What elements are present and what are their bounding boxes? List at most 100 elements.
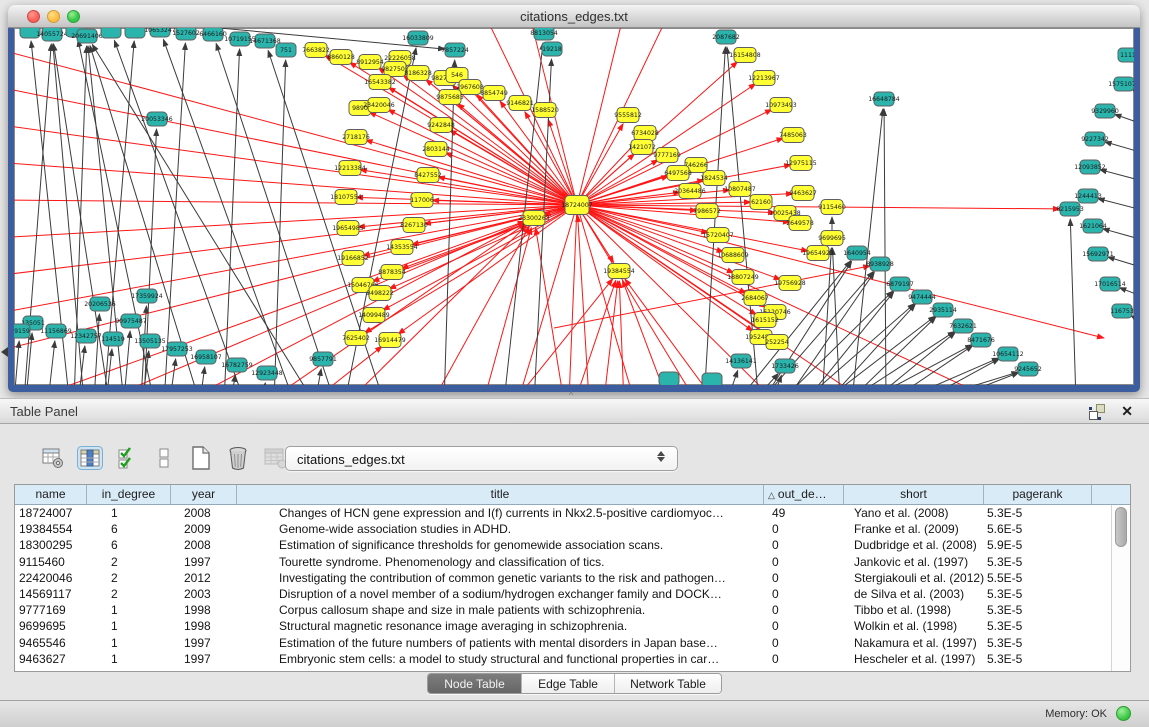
graph-node[interactable]	[125, 28, 145, 38]
graph-edge[interactable]	[827, 304, 915, 385]
graph-node-label: 546	[451, 72, 463, 79]
table-cell: 1	[87, 618, 171, 634]
graph-edge[interactable]	[216, 43, 334, 385]
graph-node-label: 20053346	[141, 116, 173, 123]
graph-edge[interactable]	[843, 331, 955, 385]
table-cell: 1998	[171, 602, 237, 618]
graph-edge[interactable]	[48, 341, 55, 385]
graph-edge[interactable]	[124, 331, 130, 385]
graph-edge[interactable]	[444, 60, 455, 385]
graph-edge[interactable]	[1132, 89, 1134, 103]
graph-node-label: 14671368	[249, 38, 281, 45]
graph-node-label: 16154808	[729, 52, 761, 59]
graph-edge[interactable]	[823, 316, 935, 385]
network-canvas[interactable]: 1405572420691406106532471527602646616010…	[14, 28, 1134, 385]
table-row[interactable]: 946554611997Estimation of the future num…	[15, 635, 1130, 651]
graph-edge[interactable]	[1131, 316, 1134, 328]
table-row[interactable]: 1830029562008Estimation of significance …	[15, 537, 1130, 553]
graph-edge[interactable]	[344, 225, 527, 385]
close-panel-icon[interactable]: ✕	[1121, 403, 1133, 419]
network-window-titlebar[interactable]: citations_edges.txt	[8, 5, 1140, 28]
column-header-name[interactable]: name	[15, 485, 87, 504]
graph-edge[interactable]	[199, 367, 205, 385]
column-header-pagerank[interactable]: pagerank	[984, 485, 1092, 504]
memory-status-dot[interactable]	[1116, 706, 1131, 721]
graph-node[interactable]	[101, 28, 121, 38]
panel-collapse-arrow-icon[interactable]	[1, 347, 8, 357]
column-header-in-degree[interactable]: in_degree	[87, 485, 171, 504]
graph-edge[interactable]	[1105, 142, 1134, 156]
table-mode-icon[interactable]	[40, 445, 66, 471]
graph-edge[interactable]	[933, 373, 1019, 385]
graph-edge[interactable]	[604, 281, 618, 385]
graph-edge[interactable]	[314, 369, 321, 385]
graph-edge[interactable]	[114, 40, 244, 385]
graph-edge[interactable]	[619, 281, 624, 385]
column-header-year[interactable]: year	[171, 485, 237, 504]
table-cell: 0	[764, 635, 844, 651]
tab-node-table[interactable]: Node Table	[428, 674, 522, 693]
graph-edge[interactable]	[623, 280, 669, 385]
graph-edge[interactable]	[484, 28, 577, 205]
float-panel-icon[interactable]	[1089, 404, 1105, 420]
graph-edge[interactable]	[913, 359, 999, 385]
delete-table-trash-icon[interactable]	[225, 445, 251, 471]
graph-node-label: 12342757	[70, 333, 102, 340]
table-row[interactable]: 1456911722003Disruption of a novel membe…	[15, 586, 1130, 602]
graph-edge[interactable]	[1119, 288, 1134, 301]
graph-node[interactable]	[659, 372, 679, 385]
graph-edge[interactable]	[1100, 170, 1134, 184]
graph-edge[interactable]	[848, 317, 936, 385]
graph-edge[interactable]	[536, 228, 564, 385]
table-cell: 9699695	[15, 618, 87, 634]
graph-edge[interactable]	[861, 345, 972, 385]
graph-edge[interactable]	[1108, 257, 1134, 271]
graph-node-label: 9498222	[366, 290, 394, 297]
graph-node-label: 12093852	[1074, 164, 1106, 171]
graph-node-label: 15751074	[1108, 81, 1134, 88]
graph-edge[interactable]	[726, 370, 738, 385]
table-row[interactable]: 969969511998Structural magnetic resonanc…	[15, 618, 1130, 634]
table-row[interactable]: 946362711997Embryonic stem cells: a mode…	[15, 651, 1130, 667]
graph-node-label: 9227342	[1081, 136, 1109, 143]
graph-edge[interactable]	[14, 162, 577, 205]
graph-node-label: 10654112	[992, 351, 1024, 358]
graph-node[interactable]	[702, 373, 722, 385]
graph-edge[interactable]	[577, 205, 634, 385]
graph-edge[interactable]	[1103, 229, 1134, 243]
tab-network-table[interactable]: Network Table	[615, 674, 721, 693]
select-all-icon[interactable]	[114, 445, 140, 471]
graph-edge[interactable]	[450, 130, 577, 205]
column-header-short[interactable]: short	[844, 485, 984, 504]
table-row[interactable]: 1872400712008Changes of HCN gene express…	[15, 505, 1130, 521]
graph-edge[interactable]	[1098, 198, 1134, 213]
table-row[interactable]: 1938455462009Genome-wide association stu…	[15, 521, 1130, 537]
graph-edge[interactable]	[884, 109, 886, 385]
graph-edge[interactable]	[78, 346, 85, 385]
graph-edge[interactable]	[574, 280, 616, 385]
graph-edge[interactable]	[625, 279, 714, 385]
clear-selection-icon[interactable]	[151, 445, 177, 471]
graph-edge[interactable]	[822, 248, 831, 385]
show-columns-icon[interactable]	[77, 445, 103, 471]
vertical-scrollbar[interactable]	[1111, 505, 1130, 671]
graph-edge[interactable]	[224, 49, 240, 385]
graph-node-label: 7632621	[949, 323, 977, 330]
status-bar: Memory: OK	[0, 700, 1149, 727]
table-row[interactable]: 2242004622012Investigating the contribut…	[15, 570, 1130, 586]
table-row[interactable]: 977716911998Corpus callosum shape and si…	[15, 602, 1130, 618]
graph-edge[interactable]	[1070, 219, 1076, 385]
scrollbar-thumb[interactable]	[1115, 507, 1127, 547]
graph-edge[interactable]	[1114, 114, 1134, 128]
graph-edge[interactable]	[832, 248, 840, 385]
new-document-icon[interactable]	[188, 445, 214, 471]
graph-edge[interactable]	[14, 341, 19, 385]
graph-edge[interactable]	[260, 383, 265, 385]
column-header-title[interactable]: title	[237, 485, 764, 504]
graph-node-label: 1527602	[172, 30, 200, 37]
column-header-out-degree[interactable]: △out_de…	[764, 485, 844, 504]
graph-edge[interactable]	[569, 205, 577, 385]
table-select-dropdown[interactable]: citations_edges.txt	[285, 446, 678, 471]
table-row[interactable]: 911546021997Tourette syndrome. Phenomeno…	[15, 554, 1130, 570]
tab-edge-table[interactable]: Edge Table	[522, 674, 615, 693]
